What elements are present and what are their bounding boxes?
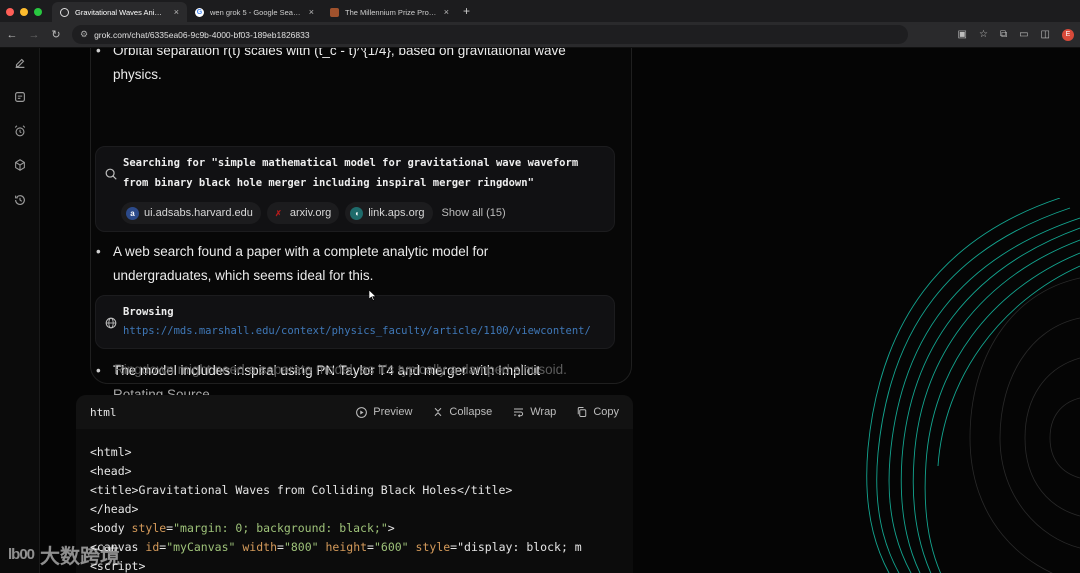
assistant-answer-card: Orbital separation r(t) scales with (t_c…	[90, 48, 632, 402]
code-line: <script>	[90, 559, 146, 573]
watermark: lb00 大数跨境	[8, 540, 120, 569]
source-chip-aps[interactable]: ◖ link.aps.org	[345, 202, 433, 224]
chat-area: Orbital separation r(t) scales with (t_c…	[40, 48, 1080, 573]
collapse-icon	[435, 407, 442, 417]
back-icon[interactable]: ←	[6, 29, 18, 41]
watermark-logo: lb00	[8, 546, 35, 563]
edit-icon[interactable]	[13, 56, 27, 70]
url-text: grok.com/chat/6335ea06-9c9b-4000-bf03-18…	[94, 29, 310, 40]
tab-title: Gravitational Waves Animatio	[75, 7, 168, 17]
tab-title: wen grok 5 - Google Search	[210, 7, 303, 17]
code-block: html Preview Collapse Wrap Copy <html> <h…	[76, 395, 633, 573]
google-icon: G	[195, 7, 204, 17]
globe-icon	[105, 317, 117, 329]
clay-institute-icon	[330, 7, 339, 17]
extensions-icon[interactable]: ⧉	[1000, 29, 1007, 40]
install-app-icon[interactable]: ▣	[958, 29, 967, 40]
copy-icon	[578, 407, 587, 417]
copy-button[interactable]: Copy	[576, 406, 619, 418]
search-tool-box: Searching for "simple mathematical model…	[95, 146, 615, 232]
minimize-window-button[interactable]	[20, 8, 28, 16]
cube-icon[interactable]	[13, 158, 27, 172]
collapse-button[interactable]: Collapse	[432, 406, 492, 418]
search-icon	[105, 168, 117, 180]
code-line: <html>	[90, 445, 132, 459]
bullet-web-search: A web search found a paper with a comple…	[96, 240, 613, 288]
aps-icon: ◖	[350, 206, 364, 220]
source-chips: a ui.adsabs.harvard.edu ✗ arxiv.org ◖ li…	[121, 202, 506, 224]
address-bar-row: ← → ↻ ⚙ grok.com/chat/6335ea06-9c9b-4000…	[0, 22, 1080, 48]
copy-label: Copy	[593, 406, 619, 418]
watermark-text: 大数跨境	[40, 546, 121, 568]
source-label: ui.adsabs.harvard.edu	[144, 207, 253, 219]
alarm-icon[interactable]	[13, 124, 27, 138]
code-content[interactable]: <html> <head> <title>Gravitational Waves f…	[76, 429, 633, 573]
bullet-text: physics.	[113, 67, 162, 82]
close-tab-icon[interactable]: ×	[444, 7, 449, 17]
bullet-text: Ringdown might need a separate model, as…	[114, 362, 567, 377]
new-tab-button[interactable]: +	[457, 4, 476, 22]
source-label: arxiv.org	[289, 207, 332, 219]
code-line: <title>Gravitational Waves from Collidin…	[90, 483, 513, 497]
grok-icon	[60, 7, 69, 17]
profile-avatar[interactable]: E	[1062, 28, 1074, 41]
bullet-text: Orbital separation r(t) scales with (t_c…	[113, 48, 566, 58]
window-controls	[0, 8, 52, 22]
split-view-icon[interactable]: ▭	[1019, 29, 1028, 40]
chat-icon[interactable]	[13, 90, 27, 104]
site-settings-icon[interactable]: ⚙	[80, 29, 88, 40]
bullet-orbital-separation: Orbital separation r(t) scales with (t_c…	[96, 48, 613, 87]
url-field[interactable]: ⚙ grok.com/chat/6335ea06-9c9b-4000-bf03-…	[72, 25, 908, 44]
forward-icon[interactable]: →	[28, 29, 40, 41]
code-line: </head>	[90, 502, 139, 516]
bullet-ringdown-faded: Ringdown might need a separate model, as…	[114, 359, 614, 381]
show-all-sources-link[interactable]: Show all (15)	[442, 207, 506, 219]
search-query-line-1: Searching for "simple mathematical model…	[123, 157, 579, 169]
browsing-title: Browsing	[123, 306, 174, 318]
preview-button[interactable]: Preview	[355, 406, 412, 419]
mouse-cursor-icon	[369, 290, 377, 301]
browsing-tool-box: Browsing https://mds.marshall.edu/contex…	[95, 295, 615, 349]
code-line: <canvas id="myCanvas" width="800" height…	[90, 540, 582, 554]
maximize-window-button[interactable]	[34, 8, 42, 16]
collapse-label: Collapse	[449, 406, 493, 418]
history-icon[interactable]	[13, 193, 27, 207]
source-label: link.aps.org	[368, 207, 425, 219]
wrap-label: Wrap	[530, 406, 557, 418]
close-tab-icon[interactable]: ×	[174, 7, 179, 17]
code-line: <body style="margin: 0; background: blac…	[90, 521, 395, 535]
bullet-text: undergraduates, which seems ideal for th…	[113, 268, 374, 283]
source-chip-arxiv[interactable]: ✗ arxiv.org	[266, 202, 340, 224]
code-language-label: html	[90, 405, 117, 419]
code-block-header: html Preview Collapse Wrap Copy	[76, 395, 633, 429]
source-chip-adsabs[interactable]: a ui.adsabs.harvard.edu	[121, 202, 261, 224]
play-icon	[356, 406, 368, 418]
sidebar-toggle-icon[interactable]: ◫	[1041, 29, 1050, 40]
search-query-line-2: from binary black hole merger including …	[123, 177, 534, 189]
browser-tab-millennium-prize[interactable]: The Millennium Prize Problem ×	[322, 2, 457, 22]
bookmark-star-icon[interactable]: ☆	[979, 29, 988, 40]
close-tab-icon[interactable]: ×	[309, 7, 314, 17]
reload-icon[interactable]: ↻	[50, 28, 62, 41]
gravitational-wave-preview	[866, 198, 1080, 573]
browser-tab-google-search[interactable]: G wen grok 5 - Google Search ×	[187, 2, 322, 22]
browsing-url-link[interactable]: https://mds.marshall.edu/context/physics…	[123, 325, 615, 337]
browser-tab-bar: Gravitational Waves Animatio × G wen gro…	[0, 0, 1080, 22]
code-line: <head>	[90, 464, 132, 478]
tab-title: The Millennium Prize Problem	[345, 7, 438, 17]
wrap-icon	[514, 408, 524, 418]
preview-label: Preview	[373, 406, 413, 418]
browser-tab-gravitational-waves[interactable]: Gravitational Waves Animatio ×	[52, 2, 187, 22]
left-sidebar	[0, 48, 40, 573]
close-window-button[interactable]	[6, 8, 14, 16]
adsabs-icon: a	[126, 206, 139, 220]
bullet-text: A web search found a paper with a comple…	[113, 244, 489, 259]
arxiv-icon: ✗	[275, 208, 282, 218]
wrap-button[interactable]: Wrap	[512, 406, 556, 418]
